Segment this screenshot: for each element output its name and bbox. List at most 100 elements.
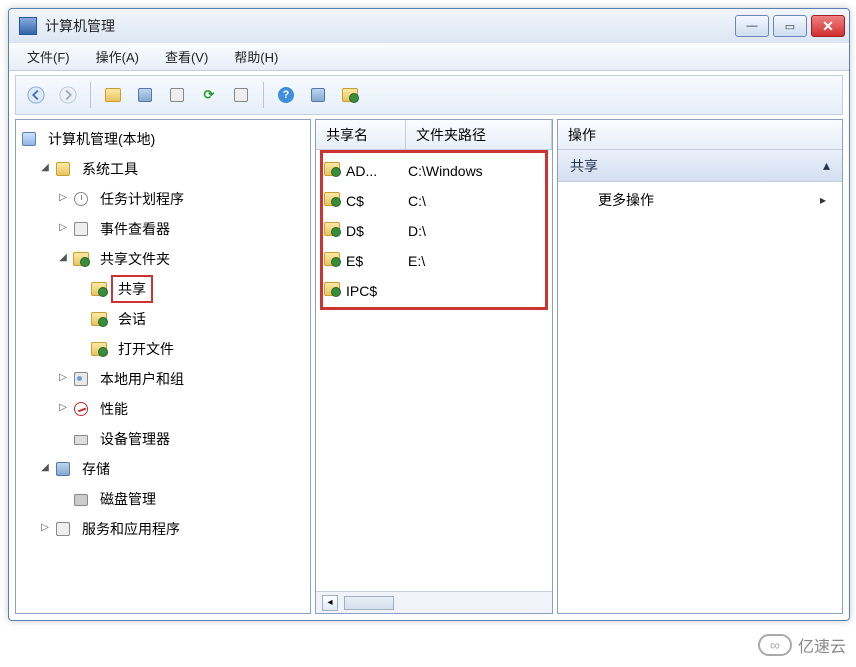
tree-label: 系统工具 (78, 158, 142, 180)
share-path: C:\Windows (408, 163, 483, 179)
watermark-text: 亿速云 (798, 633, 846, 657)
horizontal-scrollbar[interactable]: ◂ (316, 591, 552, 613)
tree-device-manager[interactable]: 设备管理器 (56, 424, 308, 454)
column-share-name[interactable]: 共享名 (316, 120, 406, 149)
properties-button[interactable] (163, 81, 191, 109)
close-button[interactable]: ✕ (811, 15, 845, 37)
collapse-icon[interactable]: ◢ (38, 462, 52, 476)
actions-section[interactable]: 共享 ▴ (558, 150, 842, 182)
forward-button[interactable] (54, 81, 82, 109)
tree-label: 事件查看器 (96, 218, 174, 240)
column-folder-path[interactable]: 文件夹路径 (406, 120, 552, 149)
tree-task-scheduler[interactable]: ▷ 任务计划程序 (56, 184, 308, 214)
tree-label: 存储 (78, 458, 114, 480)
up-button[interactable] (99, 81, 127, 109)
action-button-2[interactable] (336, 81, 364, 109)
expand-icon[interactable]: ▷ (56, 192, 70, 206)
list-item[interactable]: AD... C:\Windows (316, 156, 552, 186)
minimize-button[interactable]: — (735, 15, 769, 37)
refresh-icon: ⟳ (204, 87, 215, 103)
tree-label: 打开文件 (114, 338, 178, 360)
menu-view[interactable]: 查看(V) (159, 45, 214, 68)
window-controls: — ▭ ✕ (735, 15, 845, 37)
tree-label: 性能 (96, 398, 132, 420)
tools-icon (54, 160, 72, 178)
share-path: D:\ (408, 223, 426, 239)
tree-event-viewer[interactable]: ▷ 事件查看器 (56, 214, 308, 244)
share-icon (324, 252, 342, 270)
tree-label: 会话 (114, 308, 150, 330)
computer-icon (20, 130, 38, 148)
share-path: E:\ (408, 253, 425, 269)
list-item[interactable]: IPC$ (316, 276, 552, 306)
shares-list-pane: 共享名 文件夹路径 AD... C:\Windows C$ C:\ D$ (315, 119, 553, 614)
shared-folder-icon (72, 250, 90, 268)
performance-icon (72, 400, 90, 418)
expand-icon[interactable]: ▷ (56, 372, 70, 386)
scroll-thumb[interactable] (344, 596, 394, 610)
share-icon (324, 162, 342, 180)
refresh-button[interactable]: ⟳ (195, 81, 223, 109)
tree-storage[interactable]: ◢ 存储 (38, 454, 308, 484)
tree-root[interactable]: 计算机管理(本地) (20, 124, 308, 154)
services-icon (54, 520, 72, 538)
share-name: IPC$ (346, 283, 408, 299)
computer-management-window: 计算机管理 — ▭ ✕ 文件(F) 操作(A) 查看(V) 帮助(H) ⟳ ? (8, 8, 850, 621)
help-button[interactable]: ? (272, 81, 300, 109)
list-item[interactable]: D$ D:\ (316, 216, 552, 246)
navigation-tree[interactable]: 计算机管理(本地) ◢ 系统工具 (16, 120, 310, 548)
show-hide-tree-button[interactable] (131, 81, 159, 109)
maximize-button[interactable]: ▭ (773, 15, 807, 37)
tree-local-users[interactable]: ▷ 本地用户和组 (56, 364, 308, 394)
navigation-tree-pane: 计算机管理(本地) ◢ 系统工具 (15, 119, 311, 614)
tree-label: 共享 (114, 278, 150, 300)
menu-file[interactable]: 文件(F) (21, 45, 76, 68)
actions-pane: 操作 共享 ▴ 更多操作 ▸ (557, 119, 843, 614)
share-icon (324, 192, 342, 210)
tree-services-apps[interactable]: ▷ 服务和应用程序 (38, 514, 308, 544)
tree-label: 计算机管理(本地) (44, 128, 159, 150)
device-icon (72, 430, 90, 448)
list-body[interactable]: AD... C:\Windows C$ C:\ D$ D:\ E$ E:\ (316, 150, 552, 591)
back-button[interactable] (22, 81, 50, 109)
list-item[interactable]: E$ E:\ (316, 246, 552, 276)
toolbar-separator (263, 82, 264, 108)
clock-icon (72, 190, 90, 208)
tree-system-tools[interactable]: ◢ 系统工具 (38, 154, 308, 184)
scroll-left-button[interactable]: ◂ (322, 595, 338, 611)
tree-open-files[interactable]: 打开文件 (74, 334, 308, 364)
collapse-icon[interactable]: ◢ (38, 162, 52, 176)
event-icon (72, 220, 90, 238)
tree-sessions[interactable]: 会话 (74, 304, 308, 334)
tree-shared-folders[interactable]: ◢ 共享文件夹 (56, 244, 308, 274)
tree-disk-management[interactable]: 磁盘管理 (56, 484, 308, 514)
share-icon (90, 310, 108, 328)
share-icon (90, 340, 108, 358)
action-more-operations[interactable]: 更多操作 ▸ (558, 182, 842, 218)
cloud-icon (758, 634, 792, 656)
content-area: 计算机管理(本地) ◢ 系统工具 (9, 119, 849, 620)
tree-label: 设备管理器 (96, 428, 174, 450)
menu-action[interactable]: 操作(A) (90, 45, 145, 68)
tree-label: 本地用户和组 (96, 368, 188, 390)
titlebar[interactable]: 计算机管理 — ▭ ✕ (9, 9, 849, 43)
watermark: 亿速云 (758, 633, 846, 657)
window-title: 计算机管理 (43, 16, 735, 36)
share-name: AD... (346, 163, 408, 179)
share-icon (324, 282, 342, 300)
expand-icon[interactable]: ▷ (56, 222, 70, 236)
share-icon (90, 280, 108, 298)
menu-help[interactable]: 帮助(H) (228, 45, 284, 68)
collapse-icon[interactable]: ◢ (56, 252, 70, 266)
tree-performance[interactable]: ▷ 性能 (56, 394, 308, 424)
expand-icon[interactable]: ▷ (38, 522, 52, 536)
expand-icon[interactable]: ▷ (56, 402, 70, 416)
chevron-right-icon: ▸ (820, 193, 826, 207)
share-name: E$ (346, 253, 408, 269)
export-button[interactable] (227, 81, 255, 109)
tree-shares[interactable]: 共享 (74, 274, 308, 304)
tree-label: 任务计划程序 (96, 188, 188, 210)
list-item[interactable]: C$ C:\ (316, 186, 552, 216)
section-label: 共享 (570, 156, 598, 176)
action-button-1[interactable] (304, 81, 332, 109)
